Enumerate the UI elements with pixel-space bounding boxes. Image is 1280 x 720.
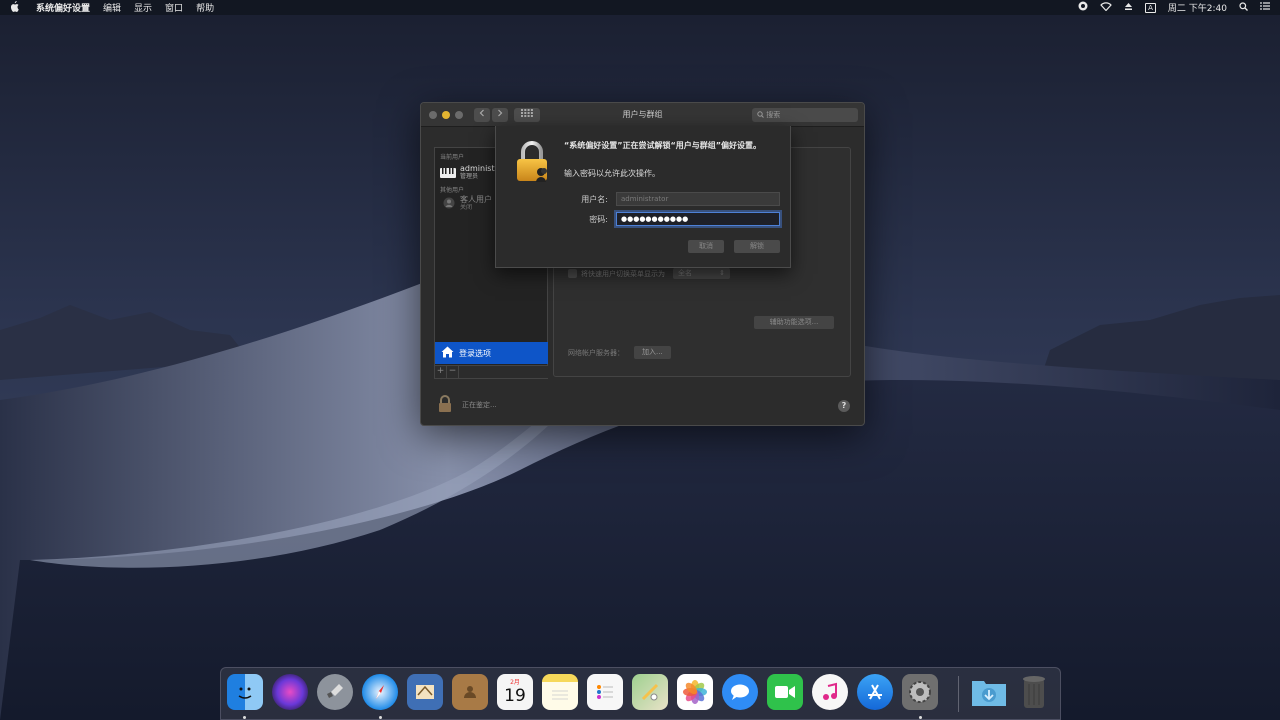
user-avatar	[440, 166, 456, 179]
reminders-icon[interactable]	[587, 674, 623, 710]
launchpad-icon[interactable]	[317, 674, 353, 710]
dock: 2月 19	[220, 667, 1061, 720]
eject-icon[interactable]	[1124, 2, 1133, 14]
menu-bar: 系统偏好设置 编辑 显示 窗口 帮助 A 周二 下午2:40	[0, 0, 1280, 15]
system-preferences-icon[interactable]	[902, 674, 938, 710]
safari-icon[interactable]	[362, 674, 398, 710]
menu-edit[interactable]: 编辑	[103, 1, 121, 14]
fast-user-switching-row: 将快速用户切换菜单显示为 全名 ⇕	[568, 268, 730, 279]
calendar-day: 19	[504, 685, 526, 706]
password-value: ●●●●●●●●●●●	[621, 215, 689, 223]
photos-icon[interactable]	[677, 674, 713, 710]
screen-record-icon[interactable]	[1078, 1, 1088, 14]
username-field[interactable]: administrator	[616, 192, 780, 206]
finder-running-dot	[243, 716, 246, 719]
current-user-name: administ	[460, 163, 495, 173]
fast-user-switching-label: 将快速用户切换菜单显示为	[581, 269, 665, 278]
cancel-button[interactable]: 取消	[688, 240, 724, 253]
home-icon	[441, 346, 454, 360]
guest-user-status: 关闭	[460, 204, 473, 211]
help-button[interactable]: ?	[838, 400, 850, 412]
wifi-icon[interactable]	[1100, 1, 1112, 14]
network-account-server-row: 网络帐户服务器： 加入...	[568, 346, 671, 359]
menu-app-name[interactable]: 系统偏好设置	[36, 1, 90, 14]
password-label: 密码:	[589, 215, 608, 224]
fast-user-switching-value: 全名	[678, 269, 692, 277]
menu-clock[interactable]: 周二 下午2:40	[1168, 1, 1227, 14]
menu-window[interactable]: 窗口	[165, 1, 183, 14]
downloads-folder-icon[interactable]	[971, 674, 1007, 710]
calendar-month: 2月	[510, 678, 520, 686]
guest-user-icon	[443, 197, 455, 211]
sidebar-toolbar: + −	[435, 365, 548, 378]
mail-icon[interactable]	[407, 674, 443, 710]
menu-help[interactable]: 帮助	[196, 1, 214, 14]
trash-icon[interactable]	[1016, 674, 1052, 710]
input-source-indicator[interactable]: A	[1145, 2, 1156, 13]
lock-icon[interactable]	[437, 395, 453, 415]
app-store-icon[interactable]	[857, 674, 893, 710]
system-preferences-running-dot	[919, 716, 922, 719]
lock-status-text: 正在鉴定...	[462, 401, 497, 409]
finder-icon[interactable]	[227, 674, 263, 710]
spotlight-search-icon[interactable]	[1239, 1, 1248, 14]
maps-icon[interactable]	[632, 674, 668, 710]
remove-user-button[interactable]: −	[447, 366, 459, 378]
login-options-label: 登录选项	[459, 348, 491, 358]
search-input[interactable]: 搜索	[752, 108, 858, 122]
fast-user-switching-checkbox[interactable]	[568, 269, 577, 278]
fast-user-switching-select[interactable]: 全名 ⇕	[673, 268, 730, 279]
notes-icon[interactable]	[542, 674, 578, 710]
search-icon	[757, 111, 764, 118]
padlock-icon	[514, 140, 552, 184]
password-field[interactable]: ●●●●●●●●●●●	[616, 212, 780, 226]
authentication-sheet: “系统偏好设置”正在尝试解锁“用户与群组”偏好设置。 输入密码以允许此次操作。 …	[495, 126, 791, 268]
notification-center-icon[interactable]	[1260, 2, 1270, 13]
calendar-icon[interactable]: 2月 19	[497, 674, 533, 710]
guest-user-name: 客人用户	[460, 195, 492, 204]
username-value: administrator	[621, 195, 669, 203]
accessibility-options-button[interactable]: 辅助功能选项...	[754, 316, 834, 329]
apple-menu-icon[interactable]	[10, 0, 22, 15]
unlock-button[interactable]: 解锁	[734, 240, 780, 253]
piano-avatar-icon	[440, 167, 456, 178]
facetime-icon[interactable]	[767, 674, 803, 710]
messages-icon[interactable]	[722, 674, 758, 710]
network-account-server-label: 网络帐户服务器：	[568, 348, 624, 357]
window-titlebar[interactable]: 用户与群组 搜索	[421, 103, 864, 127]
auth-sub-message: 输入密码以允许此次操作。	[564, 169, 660, 178]
contacts-icon[interactable]	[452, 674, 488, 710]
sidebar-item-login-options[interactable]: 登录选项	[435, 342, 548, 364]
lock-status-row: 正在鉴定...	[437, 395, 497, 415]
dock-separator	[958, 676, 959, 712]
current-user-role: 管理员	[460, 172, 479, 180]
safari-running-dot	[379, 716, 382, 719]
username-label: 用户名:	[581, 195, 608, 204]
search-placeholder: 搜索	[766, 111, 781, 119]
itunes-icon[interactable]	[812, 674, 848, 710]
join-button[interactable]: 加入...	[634, 346, 671, 359]
siri-icon[interactable]	[272, 674, 308, 710]
add-user-button[interactable]: +	[435, 366, 447, 378]
menu-view[interactable]: 显示	[134, 1, 152, 14]
updown-chevron-icon: ⇕	[719, 269, 725, 277]
auth-message: “系统偏好设置”正在尝试解锁“用户与群组”偏好设置。	[564, 141, 762, 150]
